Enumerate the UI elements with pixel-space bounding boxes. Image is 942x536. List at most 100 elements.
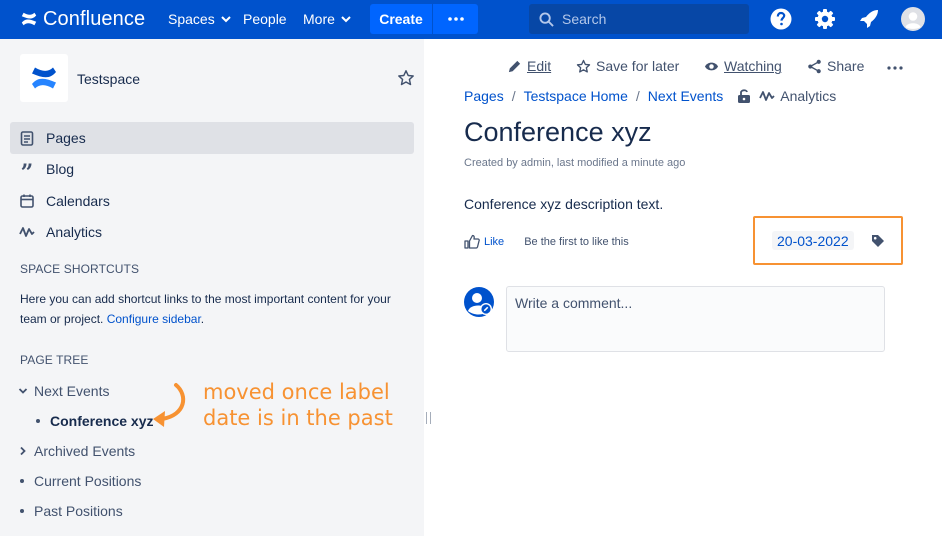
pages-icon <box>19 130 35 146</box>
settings-icon <box>815 9 835 29</box>
space-sidebar: Testspace Pages ” Blog Calendars Analyti… <box>0 39 424 536</box>
confluence-space-logo-icon <box>32 67 56 89</box>
sidebar-item-analytics[interactable]: Analytics <box>10 216 414 248</box>
people-link-label: People <box>243 11 287 27</box>
settings-button[interactable] <box>813 7 837 31</box>
unlock-icon[interactable] <box>737 88 751 104</box>
tree-item-conference-xyz[interactable]: Conference xyz <box>36 413 153 429</box>
eye-icon <box>704 62 719 70</box>
edit-label: Edit <box>527 58 552 74</box>
breadcrumb-testspace-home[interactable]: Testspace Home <box>524 88 628 104</box>
chevron-down-icon <box>220 16 231 23</box>
share-label: Share <box>827 58 865 74</box>
space-logo[interactable] <box>20 54 68 102</box>
blog-quote-icon: ” <box>20 160 34 186</box>
page-tree-heading: PAGE TREE <box>20 353 89 367</box>
search-input[interactable] <box>562 11 742 27</box>
more-dots-icon <box>887 66 903 70</box>
tree-item-next-events[interactable]: Next Events <box>18 383 109 399</box>
more-actions-button[interactable] <box>887 60 908 70</box>
star-outline-icon <box>576 59 591 73</box>
sidebar-item-pages[interactable]: Pages <box>10 122 414 154</box>
watching-button[interactable]: Watching <box>704 58 782 74</box>
notifications-icon <box>860 10 878 28</box>
notifications-button[interactable] <box>857 7 881 31</box>
tree-item-label: Conference xyz <box>50 413 154 429</box>
breadcrumb: Pages / Testspace Home / Next Events Ana… <box>464 88 836 104</box>
space-shortcuts-description: Here you can add shortcut links to the m… <box>20 292 391 326</box>
more-menu[interactable]: More <box>303 11 351 27</box>
analytics-icon <box>19 224 35 240</box>
share-button[interactable]: Share <box>807 58 864 74</box>
configure-sidebar-link[interactable]: Configure sidebar <box>107 312 201 326</box>
breadcrumb-separator: / <box>511 88 516 104</box>
date-label-tag[interactable]: 20-03-2022 <box>772 231 854 250</box>
breadcrumb-pages[interactable]: Pages <box>464 88 504 104</box>
confluence-logo-icon <box>21 12 37 26</box>
sidebar-resize-handle[interactable] <box>426 412 431 424</box>
page-analytics-link[interactable]: Analytics <box>759 88 836 104</box>
search-icon <box>539 11 554 27</box>
help-icon <box>770 8 792 30</box>
user-avatar-icon <box>464 287 494 317</box>
sidebar-item-label: Analytics <box>46 224 103 240</box>
bullet-icon <box>36 419 40 423</box>
sidebar-item-label: Pages <box>46 130 86 146</box>
tree-item-current-positions[interactable]: Current Positions <box>20 473 141 489</box>
space-name[interactable]: Testspace <box>77 71 140 87</box>
more-dots-icon <box>447 17 464 21</box>
like-row: Like Be the first to like this <box>464 234 629 249</box>
like-label: Like <box>484 235 505 248</box>
tree-item-past-positions[interactable]: Past Positions <box>20 503 123 519</box>
page-body-text: Conference xyz description text. <box>464 196 664 212</box>
top-navigation-bar: Confluence Spaces People More Create <box>0 0 942 39</box>
sidebar-item-label: Blog <box>46 161 75 177</box>
shortcuts-text: Here you can add shortcut links to the m… <box>20 292 391 326</box>
profile-button[interactable] <box>901 7 925 31</box>
spaces-menu-label: Spaces <box>168 11 215 27</box>
profile-avatar-icon <box>901 7 925 31</box>
tree-item-label: Current Positions <box>34 473 142 489</box>
chevron-down-icon <box>341 16 351 23</box>
bullet-icon <box>20 509 24 513</box>
page-analytics-label: Analytics <box>780 88 837 104</box>
search-box[interactable] <box>529 4 749 34</box>
people-link[interactable]: People <box>243 11 287 27</box>
edit-button[interactable]: Edit <box>507 58 551 74</box>
pencil-icon <box>508 60 521 72</box>
create-button[interactable]: Create <box>370 4 432 34</box>
sidebar-item-blog[interactable]: ” Blog <box>10 153 414 185</box>
share-icon <box>808 59 821 73</box>
comment-input[interactable]: Write a comment... <box>506 286 885 352</box>
tree-item-label: Next Events <box>34 383 110 399</box>
space-shortcuts-heading: SPACE SHORTCUTS <box>20 262 140 276</box>
brand-name: Confluence <box>43 7 146 30</box>
sidebar-item-calendars[interactable]: Calendars <box>10 185 414 217</box>
watching-label: Watching <box>724 58 782 74</box>
annotation-line-2: date is in the past <box>203 406 393 430</box>
confluence-logo[interactable]: Confluence <box>20 7 145 31</box>
save-for-later-button[interactable]: Save for later <box>576 58 679 74</box>
bullet-icon <box>20 479 24 483</box>
breadcrumb-separator: / <box>635 88 640 104</box>
analytics-icon <box>759 91 775 101</box>
page-title: Conference xyz <box>464 117 652 147</box>
sidebar-item-label: Calendars <box>46 193 110 209</box>
spaces-menu[interactable]: Spaces <box>168 11 231 27</box>
create-options-button[interactable] <box>433 4 478 34</box>
thumbs-up-icon <box>464 234 480 249</box>
star-icon[interactable] <box>397 69 415 87</box>
tree-item-label: Past Positions <box>34 503 123 519</box>
chevron-right-icon <box>20 446 26 456</box>
breadcrumb-next-events[interactable]: Next Events <box>648 88 723 104</box>
tag-icon[interactable] <box>871 234 885 248</box>
help-button[interactable] <box>769 7 793 31</box>
like-note: Be the first to like this <box>524 235 629 248</box>
page-byline: Created by admin, last modified a minute… <box>464 157 686 169</box>
annotation-note: moved once label date is in the past <box>203 379 393 431</box>
tree-item-archived-events[interactable]: Archived Events <box>18 443 135 459</box>
more-menu-label: More <box>303 11 335 27</box>
like-button[interactable]: Like <box>464 234 504 249</box>
save-for-later-label: Save for later <box>596 58 680 74</box>
chevron-down-icon <box>18 388 28 394</box>
